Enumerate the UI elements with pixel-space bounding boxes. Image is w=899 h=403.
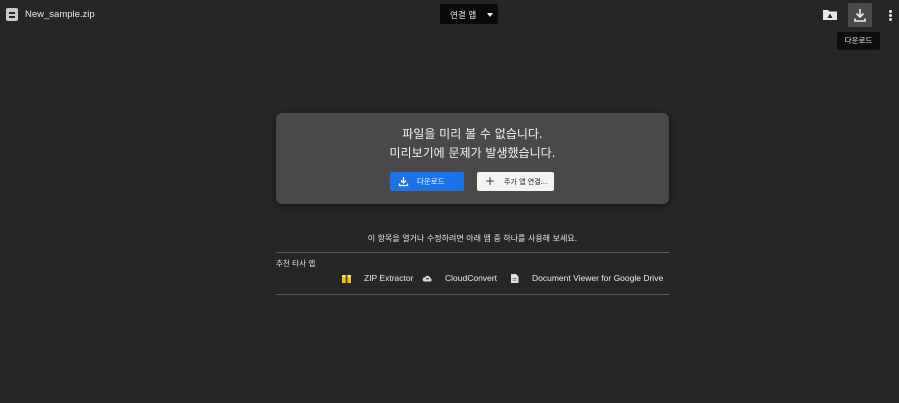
divider-top — [276, 252, 669, 253]
top-bar: New_sample.zip 연결 앱 다운로드 — [0, 0, 899, 50]
download-button-label: 다운로드 — [417, 177, 445, 186]
open-with-button[interactable]: 연결 앱 — [440, 4, 498, 24]
caret-down-icon — [487, 13, 493, 17]
add-to-drive-button[interactable] — [820, 6, 840, 24]
recommended-apps-label: 추천 타사 앱 — [276, 259, 316, 268]
plus-icon: + — [485, 174, 496, 188]
zip-extractor-icon — [342, 275, 351, 283]
zip-file-icon — [6, 8, 18, 21]
suggestion-hint: 이 항목을 열거나 수정하려면 아래 앱 중 하나를 사용해 보세요. — [367, 234, 578, 243]
connect-more-apps-button[interactable]: + 주가 앱 연결... — [477, 172, 554, 191]
app-name: Document Viewer for Google Drive — [532, 273, 664, 283]
app-name: ZIP Extractor — [364, 273, 414, 283]
download-icon — [398, 177, 409, 187]
download-button-top[interactable] — [848, 3, 872, 27]
more-options-button[interactable] — [882, 6, 898, 24]
more-vert-icon — [889, 10, 892, 13]
app-document-viewer[interactable]: Document Viewer for Google Drive — [509, 272, 669, 286]
download-icon — [854, 9, 866, 22]
preview-error-subtitle: 미리보기에 문제가 발생했습니다. — [389, 146, 556, 160]
cloudconvert-icon — [422, 275, 432, 282]
app-cloudconvert[interactable]: CloudConvert — [422, 272, 502, 286]
connect-more-apps-label: 주가 앱 연결... — [504, 178, 548, 186]
preview-error-card: 파일을 미리 볼 수 없습니다. 미리보기에 문제가 발생했습니다. 다운로드 … — [276, 113, 669, 204]
app-name: CloudConvert — [445, 273, 497, 283]
app-zip-extractor[interactable]: ZIP Extractor — [341, 272, 421, 286]
drive-preview-page: New_sample.zip 연결 앱 다운로드 파일을 미리 볼 수 없습니다… — [0, 0, 899, 403]
download-button[interactable]: 다운로드 — [390, 172, 464, 191]
divider-bottom — [276, 294, 669, 295]
open-with-label: 연결 앱 — [450, 11, 477, 21]
preview-error-title: 파일을 미리 볼 수 없습니다. — [402, 127, 543, 141]
file-name: New_sample.zip — [25, 9, 95, 20]
document-viewer-icon — [511, 274, 519, 283]
download-tooltip: 다운로드 — [837, 32, 880, 50]
add-to-drive-icon — [823, 10, 837, 20]
